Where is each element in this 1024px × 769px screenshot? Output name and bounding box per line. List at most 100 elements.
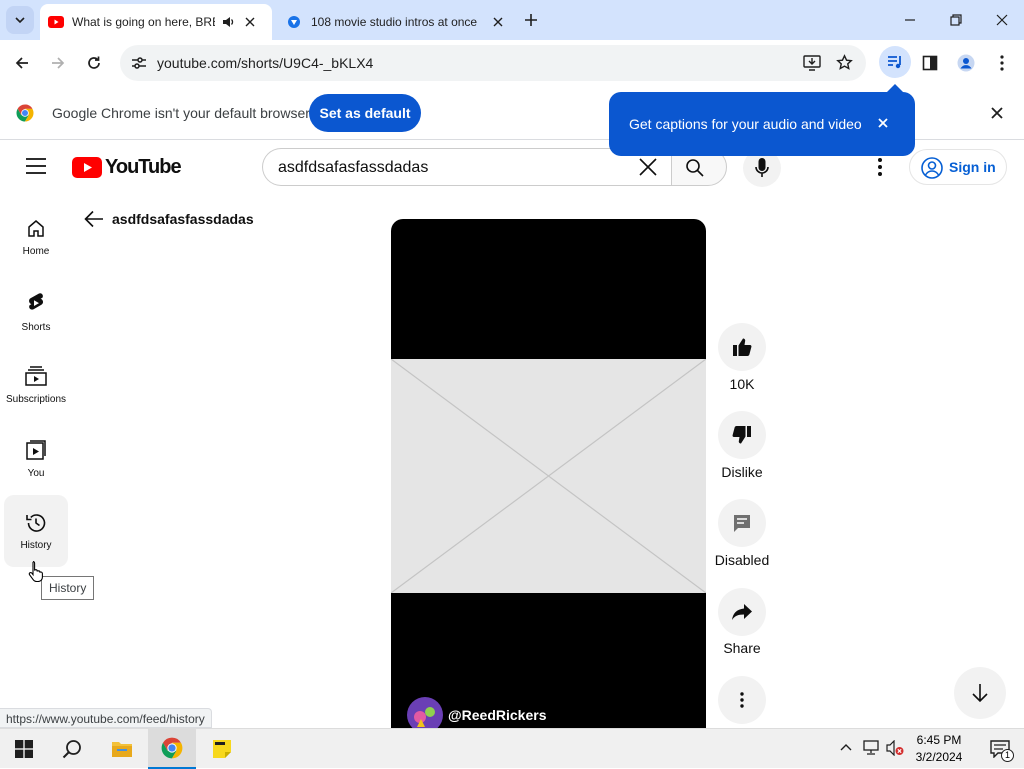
music-queue-icon: [887, 54, 903, 70]
thumbs-up-icon: [732, 337, 752, 357]
comments-label: Disabled: [714, 552, 770, 568]
restore-button[interactable]: [934, 0, 978, 40]
caption-promo-text: Get captions for your audio and video: [629, 116, 862, 132]
dislike-button[interactable]: [718, 411, 766, 459]
channel-info[interactable]: @ReedRickers: [407, 697, 546, 729]
bubble-close-icon[interactable]: [878, 118, 888, 128]
sign-in-button[interactable]: Sign in: [909, 149, 1007, 185]
search-input[interactable]: asdfdsafasfassdadas: [262, 148, 672, 186]
sidebar-item-label: Shorts: [21, 322, 51, 333]
new-tab-button[interactable]: [519, 8, 543, 32]
subscriptions-icon: [25, 366, 47, 386]
video-frame: [391, 359, 706, 593]
tab-movie-intros[interactable]: 108 movie studio intros at once: [278, 4, 508, 40]
sidebar-item-subscriptions[interactable]: Subscriptions: [4, 352, 68, 426]
close-tab-icon[interactable]: [245, 17, 255, 27]
sidebar-item-label: Home: [22, 246, 50, 257]
profile-button[interactable]: [952, 49, 980, 77]
shorts-icon: [27, 292, 45, 314]
youtube-logo[interactable]: YouTube: [72, 156, 182, 179]
tab-youtube-short[interactable]: What is going on here, BRE: [40, 4, 272, 40]
clear-search-icon[interactable]: [639, 158, 657, 176]
search-query: asdfdsafasfassdadas: [278, 159, 429, 176]
live-caption-promo-bubble: Get captions for your audio and video: [609, 84, 915, 156]
show-hidden-icons-icon[interactable]: [840, 743, 852, 751]
microphone-icon: [755, 158, 769, 178]
url-text: youtube.com/shorts/U9C4-_bKLX4: [157, 55, 374, 71]
chrome-menu-button[interactable]: [988, 49, 1016, 77]
like-count: 10K: [729, 376, 755, 392]
search-icon: [62, 739, 82, 759]
reload-button[interactable]: [80, 49, 108, 77]
sidebar-item-home[interactable]: Home: [4, 204, 68, 278]
settings-more-icon[interactable]: [878, 158, 882, 176]
chrome-logo-icon: [161, 737, 183, 759]
infobar-message: Google Chrome isn't your default browser: [52, 105, 310, 121]
minimize-button[interactable]: [888, 0, 932, 40]
tab-title: 108 movie studio intros at once: [311, 15, 478, 29]
close-window-button[interactable]: [980, 0, 1024, 40]
action-center-button[interactable]: 1: [976, 729, 1024, 769]
file-explorer-button[interactable]: [98, 729, 146, 769]
mouse-cursor-hand-icon: [28, 560, 44, 582]
arrow-left-icon: [14, 55, 30, 71]
infobar-close-icon[interactable]: [991, 107, 1003, 119]
set-as-default-button[interactable]: Set as default: [309, 94, 421, 132]
guide-menu-icon[interactable]: [26, 158, 46, 174]
next-short-button[interactable]: [954, 667, 1006, 719]
notification-icon: 1: [990, 740, 1014, 762]
channel-name: @ReedRickers: [448, 707, 547, 723]
clock-date: 3/2/2024: [915, 750, 963, 764]
sidebar-item-label: You: [27, 468, 45, 479]
plus-icon: [524, 13, 538, 27]
minimize-icon: [904, 14, 916, 26]
speaker-icon[interactable]: [221, 15, 235, 29]
media-controls-button[interactable]: [879, 46, 911, 78]
more-vertical-icon: [740, 692, 744, 708]
bookmark-star-icon[interactable]: [836, 54, 853, 71]
folder-icon: [111, 740, 133, 758]
youtube-favicon: [48, 16, 64, 28]
more-actions-button[interactable]: [718, 676, 766, 724]
home-icon: [26, 218, 46, 238]
install-app-icon[interactable]: [803, 55, 821, 71]
restore-icon: [950, 14, 962, 26]
notification-count: 1: [1001, 749, 1014, 762]
address-bar[interactable]: youtube.com/shorts/U9C4-_bKLX4: [120, 45, 866, 81]
comments-button[interactable]: [718, 499, 766, 547]
sticky-notes-button[interactable]: [198, 729, 246, 769]
start-button[interactable]: [0, 729, 48, 769]
chrome-taskbar-button[interactable]: [148, 729, 196, 769]
history-icon: [25, 512, 47, 534]
history-tooltip: History: [41, 576, 95, 600]
close-icon: [996, 14, 1008, 26]
sticky-note-icon: [212, 739, 232, 759]
back-button[interactable]: [8, 49, 36, 77]
dislike-label: Dislike: [721, 464, 763, 480]
arrow-down-icon: [971, 683, 989, 703]
side-panel-icon: [922, 55, 938, 71]
tab-search-button[interactable]: [6, 6, 34, 34]
like-button[interactable]: [718, 323, 766, 371]
site-settings-icon[interactable]: [131, 56, 147, 70]
taskbar-search-button[interactable]: [48, 729, 96, 769]
profile-icon: [957, 54, 975, 72]
reload-icon: [86, 55, 102, 71]
share-icon: [731, 603, 753, 621]
side-panel-button[interactable]: [916, 49, 944, 77]
forward-button[interactable]: [44, 49, 72, 77]
sidebar-item-shorts[interactable]: Shorts: [4, 278, 68, 352]
back-to-search-button[interactable]: asdfdsafasfassdadas: [84, 210, 254, 228]
site-favicon: [286, 14, 302, 30]
close-tab-icon[interactable]: [493, 17, 503, 27]
network-icon[interactable]: [863, 740, 881, 756]
sidebar-item-history[interactable]: History: [4, 495, 68, 567]
browser-toolbar: youtube.com/shorts/U9C4-_bKLX4: [0, 40, 1024, 86]
volume-muted-icon[interactable]: [886, 740, 904, 756]
taskbar-clock[interactable]: 6:45 PM 3/2/2024: [910, 732, 968, 766]
share-button[interactable]: [718, 588, 766, 636]
windows-taskbar: 6:45 PM 3/2/2024 1: [0, 728, 1024, 769]
shorts-video-player[interactable]: @ReedRickers: [391, 219, 706, 729]
sidebar-item-you[interactable]: You: [4, 426, 68, 500]
channel-avatar: [407, 697, 443, 729]
